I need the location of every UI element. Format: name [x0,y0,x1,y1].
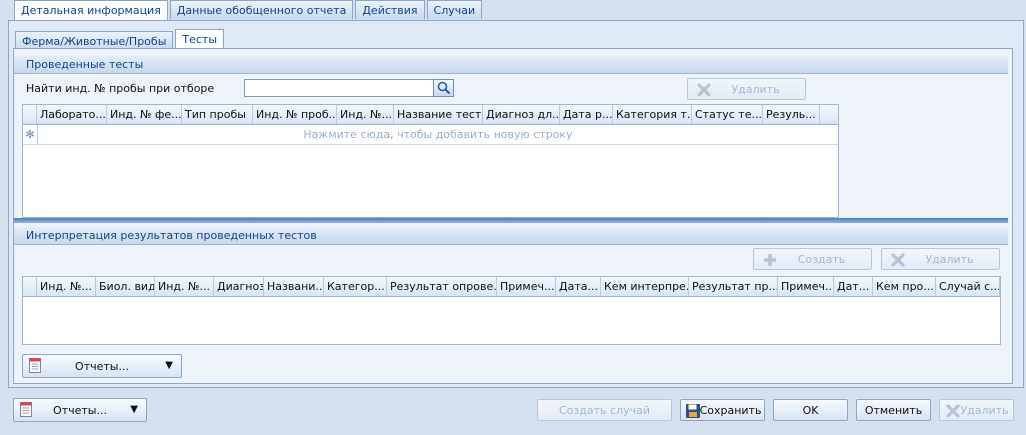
interp-grid-header: Инд. №... Биол. вид Инд. №... Диагноз На… [23,277,1000,297]
tests-delete-label: Удалить [731,82,780,96]
column-header[interactable]: Резуль... [763,105,820,124]
column-header[interactable]: Названи... [264,277,324,296]
create-case-button[interactable]: Создать случай [537,399,672,421]
tab-details[interactable]: Детальная информация [14,0,168,21]
column-header[interactable]: Диагноз [214,277,264,296]
column-header[interactable]: Инд. №... [337,105,394,124]
sample-search-input[interactable] [244,79,454,97]
column-header[interactable]: Дата... [556,277,601,296]
row-selector-header [23,277,37,296]
new-row-star-icon: ✻ [23,125,38,144]
column-header[interactable]: Результат пр... [689,277,778,296]
column-header[interactable]: Диагноз дл... [483,105,560,124]
tests-section-header: Проведенные тесты [14,56,1008,74]
cancel-label: Отменить [864,403,923,417]
ok-button[interactable]: OK [773,399,848,421]
chevron-down-icon: ▼ [165,360,173,371]
search-button[interactable] [433,79,454,97]
chevron-down-icon: ▼ [130,404,138,415]
column-header[interactable]: Инд. №... [155,277,214,296]
save-label: Сохранить [699,403,762,417]
column-header[interactable]: Статус те... [692,105,763,124]
column-header[interactable]: Инд. № проб... [253,105,337,124]
footer-reports-dropdown[interactable]: Отчеты... ▼ [13,398,147,422]
column-header[interactable]: Кем интерпре... [601,277,689,296]
ok-label: OK [802,403,819,417]
row-selector-header [23,105,37,124]
cancel-button[interactable]: Отменить [856,399,931,421]
column-header[interactable]: Тип пробы [182,105,253,124]
column-header[interactable]: Лаборато... [37,105,107,124]
column-header[interactable]: Дат... [834,277,873,296]
add-new-row[interactable]: ✻ Нажмите сюда, чтобы добавить новую стр… [23,125,838,145]
interp-grid: Инд. №... Биол. вид Инд. №... Диагноз На… [22,276,1001,345]
save-button[interactable]: Сохранить [680,399,765,421]
interp-create-button[interactable]: Создать [753,248,872,270]
floppy-disk-icon [686,404,700,418]
interp-delete-button[interactable]: Удалить [881,248,1000,270]
footer-delete-button[interactable]: Удалить [939,399,1014,421]
tab-summary-report[interactable]: Данные обобщенного отчета [169,0,354,19]
tab-tests[interactable]: Тесты [175,29,225,50]
column-header[interactable]: Категор... [324,277,387,296]
top-tab-strip: Детальная информация Данные обобщенного … [14,0,484,21]
footer-delete-label: Удалить [960,403,1009,417]
column-header[interactable]: Случай с... [936,277,1000,296]
column-header[interactable]: Инд. № фе... [107,105,182,124]
column-header[interactable]: Биол. вид [96,277,155,296]
sub-tab-strip: Ферма/Животные/Пробы Тесты [15,29,226,50]
delete-x-icon [891,253,905,267]
new-row-hint: Нажмите сюда, чтобы добавить новую строк… [303,128,573,141]
column-header[interactable]: Инд. №... [37,277,96,296]
column-header[interactable]: Примеч... [778,277,834,296]
delete-x-icon [946,404,960,418]
plus-icon [764,254,776,266]
tests-grid-header: Лаборато... Инд. № фе... Тип пробы Инд. … [23,105,838,125]
inner-reports-label: Отчеты... [75,360,129,373]
column-header[interactable]: Результат опрове... [387,277,497,296]
column-header[interactable]: Примеч... [497,277,556,296]
column-header[interactable]: Кем про... [873,277,936,296]
column-header[interactable]: Название теста [394,105,483,124]
inner-reports-dropdown[interactable]: Отчеты... ▼ [22,354,182,378]
column-header[interactable]: Категория т... [613,105,692,124]
delete-x-icon [697,83,711,97]
column-header[interactable]: Дата р... [560,105,613,124]
footer-reports-label: Отчеты... [53,404,107,417]
search-icon [437,81,450,95]
search-label: Найти инд. № пробы при отборе [26,82,215,95]
interp-delete-label: Удалить [925,252,974,266]
tab-actions[interactable]: Действия [355,0,425,19]
tests-delete-button[interactable]: Удалить [687,78,806,100]
tab-cases[interactable]: Случаи [426,0,483,19]
tests-section-title: Проведенные тесты [26,58,144,71]
panel-splitter[interactable] [14,218,1008,223]
create-case-label: Создать случай [559,403,650,417]
interp-section-header: Интерпретация результатов проведенных те… [14,227,1008,245]
tests-grid: Лаборато... Инд. № фе... Тип пробы Инд. … [22,104,839,218]
interp-create-label: Создать [797,252,846,266]
interp-section-title: Интерпретация результатов проведенных те… [26,229,317,242]
